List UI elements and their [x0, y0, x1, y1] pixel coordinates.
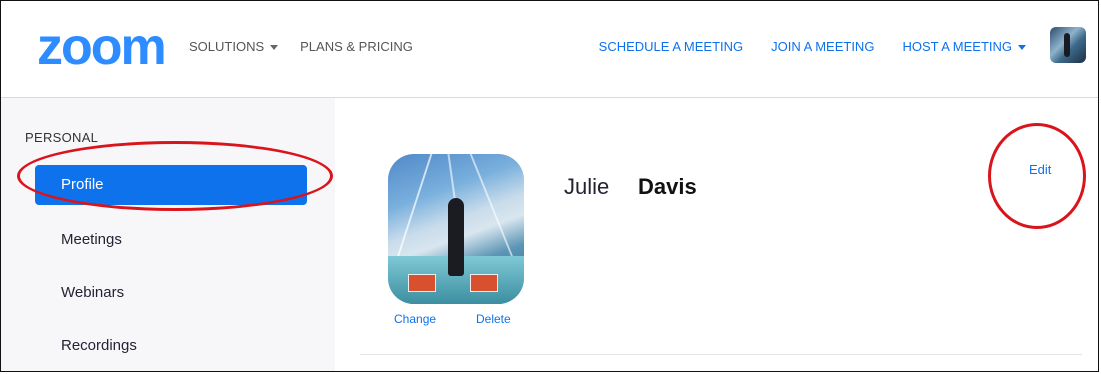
delete-photo-link[interactable]: Delete: [476, 312, 511, 326]
app-window: zoom SOLUTIONS PLANS & PRICING SCHEDULE …: [0, 0, 1099, 372]
profile-last-name: Davis: [638, 174, 697, 199]
zoom-logo[interactable]: zoom: [37, 21, 167, 73]
section-divider: [360, 354, 1082, 355]
photo-detail: [408, 274, 436, 292]
sidebar-item-label: Profile: [61, 176, 104, 193]
nav-plans-pricing-label: PLANS & PRICING: [300, 39, 413, 54]
chevron-down-icon: [1018, 45, 1026, 50]
sidebar: PERSONAL Profile Meetings Webinars Recor…: [1, 98, 335, 371]
profile-panel: Change Delete Julie Davis Edit: [336, 98, 1098, 371]
nav-schedule-meeting[interactable]: SCHEDULE A MEETING: [599, 39, 743, 54]
photo-detail: [448, 198, 464, 276]
nav-host-meeting-label: HOST A MEETING: [902, 39, 1012, 54]
chevron-down-icon: [270, 45, 279, 50]
nav-solutions[interactable]: SOLUTIONS: [189, 39, 279, 54]
sidebar-item-recordings[interactable]: Recordings: [35, 326, 307, 366]
sidebar-item-label: Webinars: [61, 284, 125, 301]
profile-photo[interactable]: [388, 154, 524, 304]
change-photo-link[interactable]: Change: [394, 312, 436, 326]
nav-plans-pricing[interactable]: PLANS & PRICING: [300, 39, 413, 54]
nav-schedule-meeting-label: SCHEDULE A MEETING: [598, 39, 744, 54]
sidebar-item-meetings[interactable]: Meetings: [35, 220, 307, 260]
sidebar-item-webinars[interactable]: Webinars: [35, 273, 307, 313]
nav-right: SCHEDULE A MEETING JOIN A MEETING HOST A…: [599, 39, 1026, 54]
nav-solutions-label: SOLUTIONS: [189, 39, 265, 54]
nav-left: SOLUTIONS PLANS & PRICING: [189, 39, 413, 54]
nav-host-meeting[interactable]: HOST A MEETING: [902, 39, 1026, 54]
top-navbar: zoom SOLUTIONS PLANS & PRICING SCHEDULE …: [1, 1, 1098, 98]
sidebar-section-personal: PERSONAL: [25, 130, 99, 145]
user-avatar[interactable]: [1050, 27, 1086, 63]
edit-profile-link[interactable]: Edit: [1029, 162, 1051, 177]
sidebar-item-label: Recordings: [61, 337, 137, 354]
nav-join-meeting[interactable]: JOIN A MEETING: [771, 39, 874, 54]
nav-join-meeting-label: JOIN A MEETING: [771, 39, 875, 54]
sidebar-item-profile[interactable]: Profile: [35, 165, 307, 205]
photo-detail: [470, 274, 498, 292]
sidebar-item-label: Meetings: [61, 231, 122, 248]
profile-first-name: Julie: [564, 174, 610, 199]
